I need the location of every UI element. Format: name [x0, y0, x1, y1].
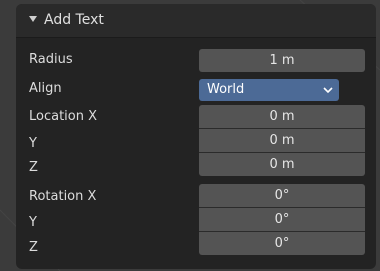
radius-field[interactable]: 1 m	[199, 49, 365, 72]
align-dropdown[interactable]: World	[199, 79, 339, 101]
align-label: Align	[29, 81, 62, 96]
rotation-x-field[interactable]: 0°	[199, 184, 365, 207]
rotation-z-field[interactable]: 0°	[199, 232, 365, 255]
location-x-label: Location X	[29, 109, 98, 124]
location-x-field[interactable]: 0 m	[199, 105, 365, 128]
collapse-triangle-icon[interactable]	[29, 16, 37, 22]
align-value: World	[207, 82, 245, 97]
rotation-x-label: Rotation X	[29, 189, 97, 204]
location-y-field[interactable]: 0 m	[199, 129, 365, 152]
add-text-panel: Add Text Radius 1 m Align World Location…	[16, 4, 376, 269]
radius-label: Radius	[29, 52, 73, 67]
location-z-label: Z	[29, 160, 38, 175]
location-z-field[interactable]: 0 m	[199, 153, 365, 176]
rotation-y-label: Y	[29, 215, 37, 230]
panel-header[interactable]: Add Text	[16, 4, 376, 38]
rotation-y-field[interactable]: 0°	[199, 208, 365, 231]
panel-title: Add Text	[44, 12, 104, 28]
rotation-z-label: Z	[29, 240, 38, 255]
location-y-label: Y	[29, 136, 37, 151]
